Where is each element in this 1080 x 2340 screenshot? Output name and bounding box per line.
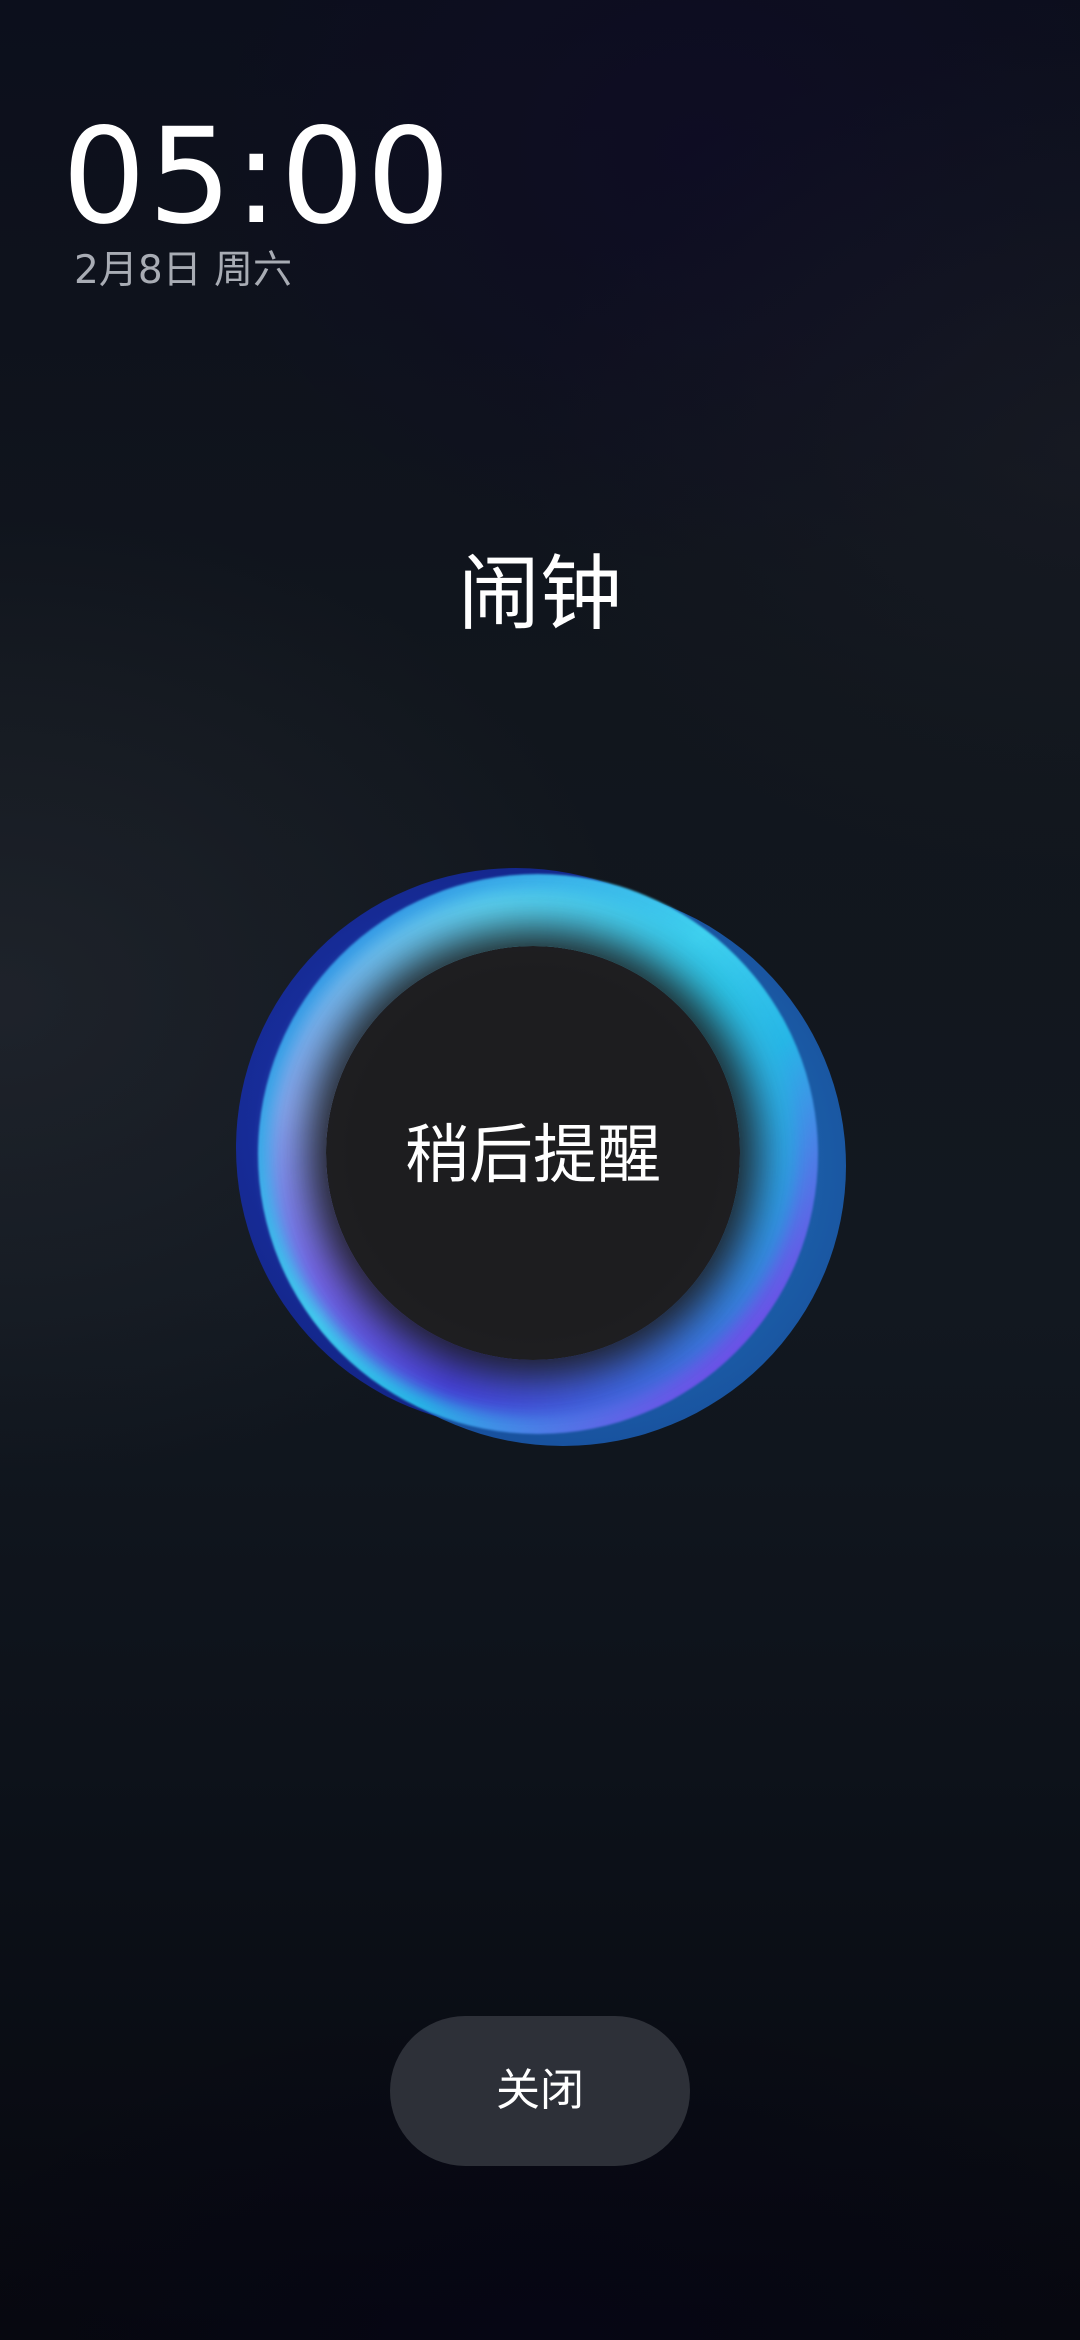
snooze-label: 稍后提醒	[405, 1119, 661, 1193]
alarm-screen: 05:00 2月8日 周六 闹钟 稍后提醒 关闭	[0, 0, 1080, 2340]
lock-clock: 05:00	[62, 111, 450, 243]
clock-date: 2月8日 周六	[74, 248, 293, 293]
alarm-title: 闹钟	[457, 547, 622, 642]
dismiss-label: 关闭	[496, 2065, 584, 2116]
dismiss-button[interactable]: 关闭	[390, 2016, 690, 2166]
clock-time: 05:00	[62, 100, 453, 254]
snooze-area: 稍后提醒	[236, 866, 846, 1446]
snooze-button[interactable]: 稍后提醒	[236, 866, 846, 1446]
